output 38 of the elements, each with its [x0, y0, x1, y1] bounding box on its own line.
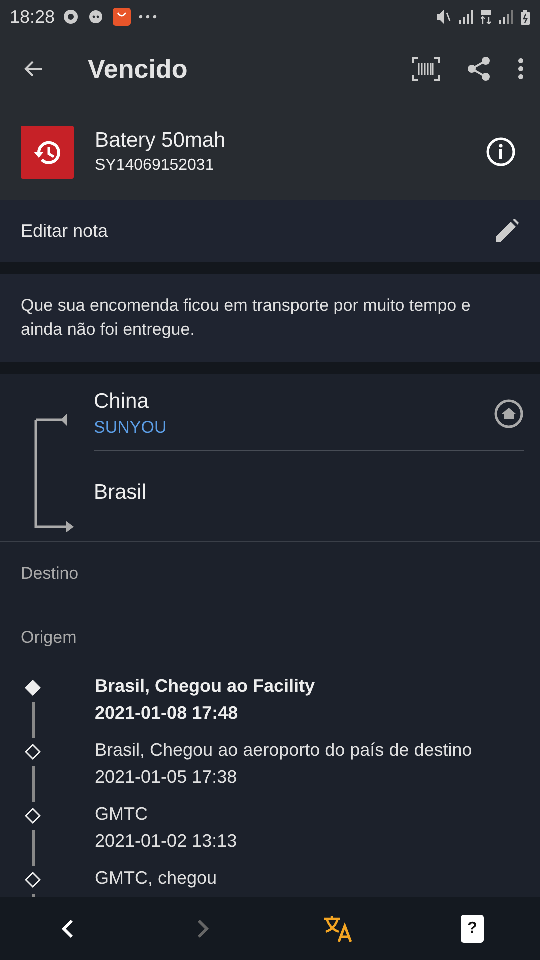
- chevron-left-icon: [60, 918, 74, 940]
- battery-icon: [521, 10, 530, 24]
- event-date: 2021-01-05 17:38: [95, 767, 238, 788]
- status-time: 18:28: [10, 6, 56, 28]
- section-header: Destino: [21, 564, 79, 584]
- robot-icon: [87, 9, 106, 25]
- edit-note-label[interactable]: Editar nota: [21, 220, 108, 242]
- translate-icon: [322, 914, 352, 942]
- history-icon: [21, 126, 74, 178]
- status-description: Que sua encomenda ficou em transporte por muito tempo e ainda não foi entregue.: [21, 295, 472, 341]
- pencil-icon: [494, 218, 520, 244]
- event-date: 2021-01-02 13:13: [95, 831, 238, 852]
- info-icon: [486, 137, 516, 167]
- signal-icon: [459, 10, 473, 24]
- event-title: GMTC: [95, 804, 149, 825]
- network-icon: [481, 10, 491, 24]
- event-date: 2021-01-08 17:48: [95, 703, 240, 724]
- page-title: Vencido: [88, 54, 188, 84]
- chevron-right-icon: [196, 918, 210, 940]
- browser-icon: [63, 9, 80, 25]
- destination-country: Brasil: [94, 481, 147, 504]
- home-icon[interactable]: [494, 399, 524, 429]
- signal-icon: [499, 10, 513, 24]
- carrier-link[interactable]: SUNYOU: [94, 418, 167, 438]
- event-title: Brasil, Chegou ao Facility: [95, 676, 316, 697]
- section-header: Origem: [21, 628, 77, 648]
- help-button[interactable]: ?: [442, 906, 502, 950]
- shopping-bag-icon: [113, 8, 132, 26]
- barcode-icon: [412, 57, 440, 81]
- origin-country: China: [94, 390, 150, 414]
- more-vertical-icon: [518, 58, 524, 80]
- tracking-number: SY14069152031: [95, 157, 216, 175]
- event-title: GMTC, chegou: [95, 868, 218, 889]
- package-name: Batery 50mah: [95, 129, 227, 153]
- mute-icon: [437, 10, 451, 24]
- share-icon: [466, 56, 492, 82]
- event-title: Brasil, Chegou ao aeroporto do país de destino: [95, 740, 472, 761]
- more-icon: [139, 15, 158, 19]
